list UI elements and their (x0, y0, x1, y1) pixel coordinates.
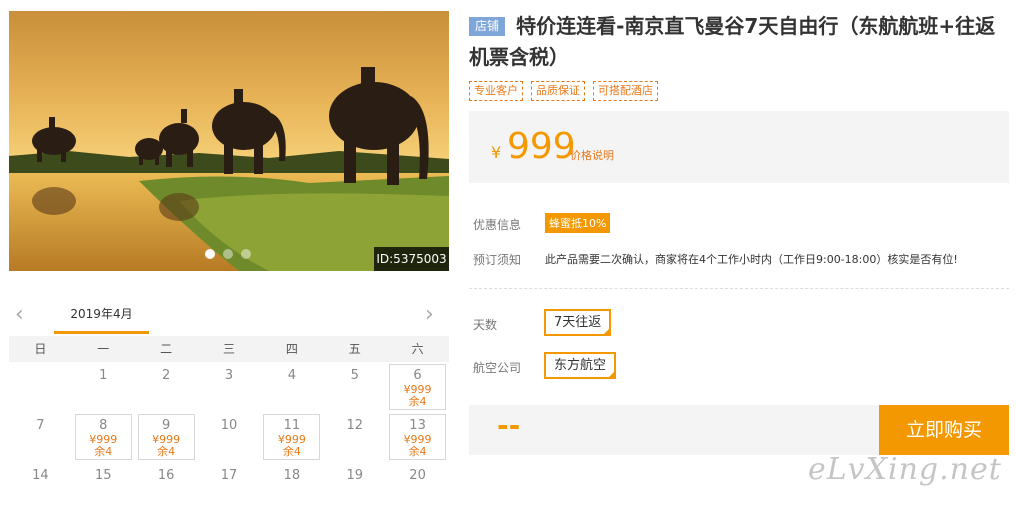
carousel-dots (205, 249, 251, 259)
service-badge: 品质保证 (531, 81, 585, 101)
calendar-day-stock: 余4 (408, 445, 427, 458)
weekday-label: 四 (285, 342, 298, 356)
calendar-day-number: 11 (283, 418, 301, 433)
calendar-day-number: 19 (346, 468, 363, 483)
carousel-dot[interactable] (241, 249, 251, 259)
calendar-day-available[interactable]: 9 ¥999 余4 (135, 412, 198, 462)
calendar-day: 20 (386, 462, 449, 506)
calendar-day: 4 (260, 362, 323, 412)
calendar-day: 14 (9, 462, 72, 506)
calendar-day-available[interactable]: 13 ¥999 余4 (386, 412, 449, 462)
calendar-day-number: 12 (346, 418, 363, 433)
product-image-gallery[interactable]: ID:5375003 (9, 11, 449, 271)
airline-option-button[interactable]: 东方航空 (544, 352, 617, 379)
calendar-month-tab[interactable]: 2019年4月 (54, 296, 149, 334)
watermark: eLvXing.net (808, 452, 1002, 487)
calendar-day-number: 6 (413, 368, 422, 383)
buy-now-button[interactable]: 立即购买 (879, 405, 1009, 455)
calendar-day: 12 (323, 412, 386, 462)
calendar-day-grid: 1 2 3 4 5 6 ¥999 余4 7 8 ¥999 余4 9 ¥999 余4 10 11 ¥999 余4 12 1… (9, 362, 449, 506)
purchase-bar: -- 立即购买 (469, 405, 1009, 455)
calendar-day: 1 (72, 362, 135, 412)
price-explanation-link[interactable]: 价格说明 (570, 147, 614, 163)
calendar-day-stock: 余4 (408, 395, 427, 408)
notice-label: 预订须知 (473, 253, 522, 267)
days-label: 天数 (473, 318, 498, 332)
calendar-day: 3 (198, 362, 261, 412)
calendar-day: 2 (135, 362, 198, 412)
carousel-dot[interactable] (223, 249, 233, 259)
weekday-label: 三 (222, 342, 235, 356)
promo-badge: 蜂蜜抵10% (545, 213, 611, 233)
weekday-label: 一 (97, 342, 110, 356)
weekday-label: 日 (34, 342, 47, 356)
image-id-label: ID:5375003 (374, 247, 449, 271)
quantity-placeholder: -- (497, 409, 521, 442)
calendar-day-number: 17 (220, 468, 238, 483)
service-badge: 可搭配酒店 (593, 81, 658, 101)
promo-label: 优惠信息 (473, 218, 522, 232)
carousel-dot[interactable] (205, 249, 215, 259)
price-value: 999 (507, 126, 576, 167)
calendar-day-stock: 余4 (282, 445, 301, 458)
airline-label: 航空公司 (473, 361, 522, 375)
calendar-day-number: 18 (283, 468, 301, 483)
notice-text: 此产品需要二次确认，商家将在4个工作小时内（工作日9:00-18:00）核实是否… (545, 253, 958, 266)
calendar-day-number: 5 (350, 368, 359, 383)
chevron-right-icon[interactable]: › (425, 304, 441, 326)
calendar-day-number: 8 (99, 418, 108, 433)
calendar-day: 18 (260, 462, 323, 506)
calendar-day-number: 20 (409, 468, 426, 483)
calendar-day-number: 9 (161, 418, 171, 433)
shop-tag[interactable]: 店铺 (469, 17, 506, 36)
calendar-day-number: 10 (220, 418, 238, 433)
calendar-day-number: 15 (95, 468, 112, 483)
calendar-day-number: 1 (99, 368, 108, 383)
calendar-day: 7 (9, 412, 72, 462)
calendar-day-number: 13 (409, 418, 426, 433)
date-calendar: ‹ 2019年4月 › 日 一 二 三 四 五 六 1 2 3 4 5 6 ¥999 余4 7 8… (9, 296, 449, 506)
calendar-day-available[interactable]: 6 ¥999 余4 (386, 362, 449, 412)
service-badge: 专业客户 (469, 81, 523, 101)
service-badges: 专业客户 品质保证 可搭配酒店 (469, 81, 1009, 101)
divider (469, 288, 1009, 289)
chevron-left-icon[interactable]: ‹ (15, 304, 31, 326)
calendar-day-number: 2 (161, 368, 171, 383)
price-panel: ¥ 999 价格说明 (469, 111, 1009, 183)
calendar-day: 5 (323, 362, 386, 412)
product-image (9, 11, 449, 271)
product-title: 特价连连看-南京直飞曼谷7天自由行（东航航班+往返机票含税） (469, 14, 996, 69)
calendar-day-number: 4 (287, 368, 296, 383)
calendar-day-available[interactable]: 8 ¥999 余4 (72, 412, 135, 462)
weekday-label: 五 (348, 342, 361, 356)
calendar-day: 19 (323, 462, 386, 506)
calendar-day-number: 7 (36, 418, 45, 433)
calendar-day: 10 (198, 412, 261, 462)
calendar-day-available[interactable]: 11 ¥999 余4 (260, 412, 323, 462)
calendar-day: 17 (198, 462, 261, 506)
calendar-day: 16 (135, 462, 198, 506)
calendar-day-stock: 余4 (94, 445, 113, 458)
calendar-day: 15 (72, 462, 135, 506)
calendar-day-number: 16 (157, 468, 175, 483)
calendar-day-number: 14 (32, 468, 49, 483)
currency-symbol: ¥ (491, 143, 502, 162)
weekday-label: 六 (411, 342, 424, 356)
calendar-weekday-header: 日 一 二 三 四 五 六 (9, 336, 449, 362)
calendar-day-stock: 余4 (157, 445, 176, 458)
calendar-day-number: 3 (224, 368, 234, 383)
days-option-button[interactable]: 7天往返 (544, 309, 612, 336)
product-info-panel: 店铺 特价连连看-南京直飞曼谷7天自由行（东航航班+往返机票含税） 专业客户 品… (469, 11, 1009, 455)
weekday-label: 二 (160, 342, 173, 356)
calendar-day (9, 362, 72, 412)
